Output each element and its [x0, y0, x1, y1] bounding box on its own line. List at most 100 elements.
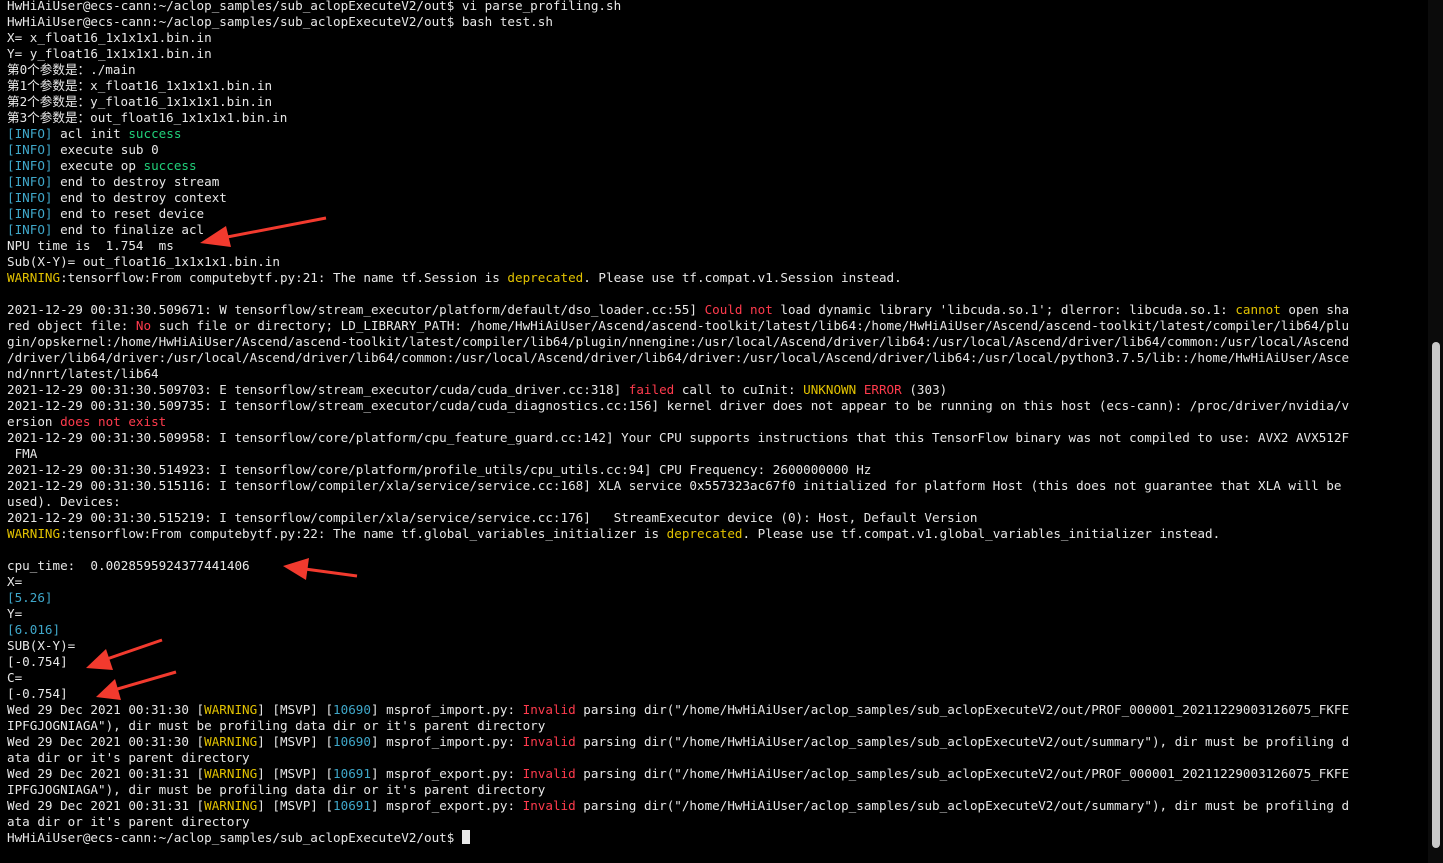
terminal-text: Y= [7, 606, 23, 621]
terminal-text: 2021-12-29 00:31:30.515116: I tensorflow… [7, 478, 1342, 493]
terminal-text: . Please use tf.compat.v1.global_variabl… [742, 526, 1221, 541]
terminal-text: red object file: [7, 318, 136, 333]
terminal-text: parsing dir("/home/HwHiAiUser/aclop_samp… [575, 798, 1350, 813]
terminal-text: execute op [52, 158, 144, 173]
terminal-line: [-0.754] [7, 686, 1428, 702]
terminal-text: IPFGJOGNIAGA"), dir must be profiling da… [7, 718, 546, 733]
terminal-line: red object file: No such file or directo… [7, 318, 1428, 334]
terminal-text: parsing dir("/home/HwHiAiUser/aclop_samp… [575, 734, 1350, 749]
terminal-text: 10691 [333, 798, 371, 813]
terminal-text: 2021-12-29 00:31:30.509671: W tensorflow… [7, 302, 705, 317]
terminal-line: Wed 29 Dec 2021 00:31:30 [WARNING] [MSVP… [7, 734, 1428, 750]
terminal-line: 2021-12-29 00:31:30.515116: I tensorflow… [7, 478, 1428, 494]
terminal-line: 2021-12-29 00:31:30.515219: I tensorflow… [7, 510, 1428, 526]
scrollbar[interactable] [1428, 0, 1443, 863]
terminal-text: :tensorflow:From computebytf.py:21: The … [60, 270, 508, 285]
terminal-text: Could not [704, 302, 773, 317]
terminal-line: X= x_float16_1x1x1x1.bin.in [7, 30, 1428, 46]
terminal-text: /driver/lib64/driver:/usr/local/Ascend/d… [7, 350, 1350, 365]
terminal-text: WARNING [204, 702, 258, 717]
terminal-text: [INFO] [7, 142, 53, 157]
terminal-line: 2021-12-29 00:31:30.509671: W tensorflow… [7, 302, 1428, 318]
terminal-text: No [135, 318, 152, 333]
terminal-text: load dynamic library 'libcuda.so.1'; dle… [772, 302, 1236, 317]
terminal-line: 2021-12-29 00:31:30.509958: I tensorflow… [7, 430, 1428, 446]
terminal-text: open sha [1280, 302, 1350, 317]
terminal-text: 10690 [333, 734, 371, 749]
terminal-text: ERROR [863, 382, 902, 397]
terminal-output[interactable]: HwHiAiUser@ecs-cann:~/aclop_samples/sub_… [0, 0, 1428, 863]
terminal-text: Wed 29 Dec 2021 00:31:30 [ [7, 702, 205, 717]
terminal-text: Wed 29 Dec 2021 00:31:30 [ [7, 734, 205, 749]
terminal-text: UNKNOWN [803, 382, 857, 397]
terminal-text: success [143, 158, 197, 173]
terminal-line: gin/opskernel:/home/HwHiAiUser/Ascend/as… [7, 334, 1428, 350]
terminal-text: . Please use tf.compat.v1.Session instea… [583, 270, 902, 285]
terminal-text: [INFO] [7, 206, 53, 221]
terminal-text: (303) [901, 382, 948, 397]
terminal-line: 第1个参数是：x_float16_1x1x1x1.bin.in [7, 78, 1428, 94]
terminal-line: [6.016] [7, 622, 1428, 638]
terminal-text: WARNING [204, 734, 258, 749]
terminal-text: ] msprof_import.py: [370, 734, 523, 749]
terminal-text: ersion [7, 414, 61, 429]
terminal-text: deprecated [507, 270, 584, 285]
terminal-text: parsing dir("/home/HwHiAiUser/aclop_samp… [575, 702, 1350, 717]
terminal-text: cannot [1235, 302, 1281, 317]
terminal-line: 第0个参数是：./main [7, 62, 1428, 78]
terminal-text: parsing dir("/home/HwHiAiUser/aclop_samp… [575, 766, 1350, 781]
terminal-line: ata dir or it's parent directory [7, 814, 1428, 830]
terminal-line: used). Devices: [7, 494, 1428, 510]
terminal-text: [INFO] [7, 190, 53, 205]
terminal-text: 第2个参数是：y_float16_1x1x1x1.bin.in [7, 94, 273, 109]
terminal-text: success [128, 126, 182, 141]
scrollbar-thumb[interactable] [1432, 342, 1440, 848]
terminal-text: 2021-12-29 00:31:30.509735: I tensorflow… [7, 398, 1350, 413]
terminal-text: :tensorflow:From computebytf.py:22: The … [60, 526, 667, 541]
terminal-text: [INFO] [7, 158, 53, 173]
terminal-line: [INFO] execute op success [7, 158, 1428, 174]
terminal-text: [INFO] [7, 126, 53, 141]
terminal-text: [INFO] [7, 222, 53, 237]
terminal-line: [INFO] end to destroy stream [7, 174, 1428, 190]
terminal-line: HwHiAiUser@ecs-cann:~/aclop_samples/sub_… [7, 830, 1428, 846]
terminal-text: 第3个参数是：out_float16_1x1x1x1.bin.in [7, 110, 288, 125]
terminal-text: ] [MSVP] [ [257, 766, 334, 781]
terminal-line: 2021-12-29 00:31:30.514923: I tensorflow… [7, 462, 1428, 478]
terminal-text: ] msprof_import.py: [370, 702, 523, 717]
terminal-line: Y= [7, 606, 1428, 622]
terminal-line: FMA [7, 446, 1428, 462]
terminal-line: [INFO] execute sub 0 [7, 142, 1428, 158]
terminal-text: ata dir or it's parent directory [7, 750, 250, 765]
terminal-text: WARNING [204, 798, 258, 813]
terminal-line: 第2个参数是：y_float16_1x1x1x1.bin.in [7, 94, 1428, 110]
terminal-text: Wed 29 Dec 2021 00:31:31 [ [7, 766, 205, 781]
terminal-text: execute sub 0 [52, 142, 159, 157]
terminal-text: FMA [7, 446, 38, 461]
terminal-text: end to destroy stream [52, 174, 220, 189]
terminal-cursor [461, 830, 470, 844]
terminal-text: WARNING [7, 270, 61, 285]
terminal-text: Wed 29 Dec 2021 00:31:31 [ [7, 798, 205, 813]
terminal-text: ] [MSVP] [ [257, 798, 334, 813]
terminal-text: SUB(X-Y)= [7, 638, 76, 653]
terminal-text: 2021-12-29 00:31:30.514923: I tensorflow… [7, 462, 872, 477]
terminal-text: failed [628, 382, 675, 397]
terminal-text: end to reset device [52, 206, 205, 221]
terminal-line: Y= y_float16_1x1x1x1.bin.in [7, 46, 1428, 62]
terminal-text: [-0.754] [7, 686, 68, 701]
terminal-text: ] msprof_export.py: [370, 766, 523, 781]
terminal-text: X= [7, 574, 23, 589]
terminal-text: deprecated [666, 526, 743, 541]
terminal-line: nd/nnrt/latest/lib64 [7, 366, 1428, 382]
terminal-text: 第0个参数是：./main [7, 62, 136, 77]
terminal-line: WARNING:tensorflow:From computebytf.py:2… [7, 526, 1428, 542]
terminal-text: ] msprof_export.py: [370, 798, 523, 813]
terminal-text: 10690 [333, 702, 371, 717]
terminal-text: Y= y_float16_1x1x1x1.bin.in [7, 46, 212, 61]
terminal-text: IPFGJOGNIAGA"), dir must be profiling da… [7, 782, 546, 797]
terminal-text: 2021-12-29 00:31:30.509703: E tensorflow… [7, 382, 629, 397]
